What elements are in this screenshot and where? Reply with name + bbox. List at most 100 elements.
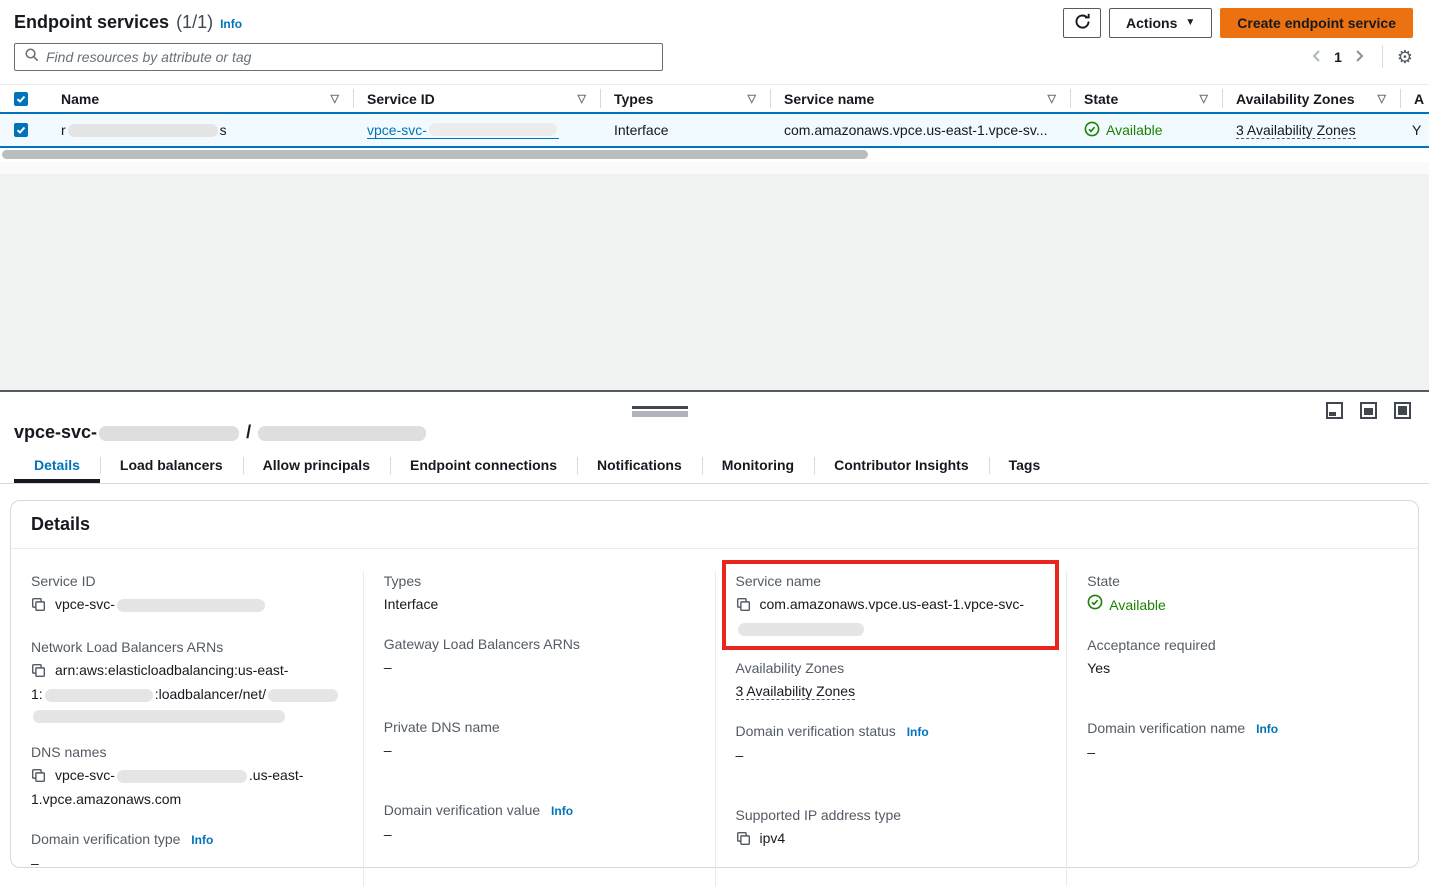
redacted-text (117, 599, 265, 612)
field-supported-ip-address-type: Supported IP address type ipv4 (736, 805, 1047, 852)
copy-icon[interactable] (31, 663, 46, 684)
next-page-button[interactable] (1352, 47, 1368, 68)
search-input[interactable] (46, 49, 653, 65)
field-availability-zones: Availability Zones 3 Availability Zones (736, 658, 1047, 702)
scrollbar-thumb[interactable] (2, 150, 868, 159)
redacted-text (429, 123, 557, 136)
column-header-acceptance[interactable]: A (1400, 85, 1429, 112)
panel-resize-handle[interactable] (632, 406, 688, 417)
horizontal-scrollbar (0, 148, 1429, 162)
details-column-1: Service ID vpce-svc- Network Load Balanc… (11, 571, 363, 886)
column-header-state[interactable]: State ▽ (1070, 85, 1222, 112)
select-all-cell (0, 85, 47, 112)
info-link[interactable]: Info (551, 804, 573, 818)
caret-down-icon: ▼ (1185, 17, 1195, 28)
table-header-row: Name ▽ Service ID ▽ Types ▽ Service name… (0, 84, 1429, 112)
tab-endpoint-connections[interactable]: Endpoint connections (390, 453, 577, 483)
availability-zones-link[interactable]: 3 Availability Zones (736, 683, 856, 700)
column-header-availability-zones[interactable]: Availability Zones ▽ (1222, 85, 1400, 112)
page-background (0, 174, 1429, 390)
details-card-body: Service ID vpce-svc- Network Load Balanc… (11, 549, 1418, 886)
title-group: Endpoint services (1/1) Info (14, 12, 242, 33)
cell-service-name: com.amazonaws.vpce.us-east-1.vpce-sv... (770, 114, 1070, 146)
cell-types: Interface (600, 114, 770, 146)
field-domain-verification-status: Domain verification status Info – (736, 721, 1047, 766)
row-checkbox[interactable] (14, 123, 28, 137)
page-info-link[interactable]: Info (220, 17, 242, 31)
redacted-text (45, 689, 153, 702)
cell-name: rs (47, 114, 353, 146)
details-card-heading: Details (11, 501, 1418, 549)
refresh-button[interactable] (1063, 8, 1101, 38)
sort-icon: ▽ (1200, 92, 1208, 105)
endpoint-services-page: Endpoint services (1/1) Info Actions ▼ C… (0, 0, 1429, 886)
detail-split-panel: vpce-svc- / Details Load balancers Allow… (0, 390, 1429, 886)
check-circle-icon (1087, 594, 1103, 616)
table-controls: 1 ⚙ (0, 40, 1429, 72)
endpoint-services-table: Name ▽ Service ID ▽ Types ▽ Service name… (0, 84, 1429, 162)
copy-icon[interactable] (736, 597, 751, 618)
pagination-separator (1382, 46, 1383, 68)
tab-notifications[interactable]: Notifications (577, 453, 702, 483)
panel-size-full-icon[interactable] (1394, 402, 1411, 419)
field-acceptance-required: Acceptance required Yes (1087, 635, 1398, 679)
details-card: Details Service ID vpce-svc- Network Loa… (10, 500, 1419, 868)
field-domain-verification-type: Domain verification type Info – (31, 829, 343, 874)
current-page-number[interactable]: 1 (1334, 49, 1342, 65)
split-panel-header (0, 392, 1429, 416)
availability-zones-link[interactable]: 3 Availability Zones (1236, 122, 1356, 139)
field-gateway-load-balancers-arns: Gateway Load Balancers ARNs – (384, 634, 695, 678)
panel-size-small-icon[interactable] (1326, 402, 1343, 419)
field-service-name: Service name com.amazonaws.vpce.us-east-… (736, 571, 1046, 636)
panel-tabs: Details Load balancers Allow principals … (0, 453, 1429, 484)
info-link[interactable]: Info (907, 725, 929, 739)
cell-acceptance: Y (1400, 114, 1429, 146)
redacted-text (68, 124, 218, 137)
chevron-left-icon (1310, 49, 1322, 66)
field-types: Types Interface (384, 571, 695, 615)
copy-icon[interactable] (736, 831, 751, 852)
tab-monitoring[interactable]: Monitoring (702, 453, 814, 483)
sort-icon: ▽ (1048, 92, 1056, 105)
info-link[interactable]: Info (1256, 722, 1278, 736)
preferences-gear-icon[interactable]: ⚙ (1397, 48, 1413, 66)
tab-load-balancers[interactable]: Load balancers (100, 453, 243, 483)
previous-page-button[interactable] (1308, 47, 1324, 68)
column-header-types[interactable]: Types ▽ (600, 85, 770, 112)
search-box[interactable] (14, 43, 663, 71)
page-title: Endpoint services (14, 12, 169, 33)
service-name-highlight-box: Service name com.amazonaws.vpce.us-east-… (722, 560, 1060, 650)
cell-availability-zones: 3 Availability Zones (1222, 114, 1400, 146)
table-row[interactable]: rs vpce-svc- Interface com.amazonaws.vpc… (0, 112, 1429, 148)
select-all-checkbox[interactable] (14, 92, 28, 106)
check-circle-icon (1084, 121, 1100, 140)
field-service-id: Service ID vpce-svc- (31, 571, 343, 618)
service-id-link[interactable]: vpce-svc- (367, 122, 559, 139)
tab-details[interactable]: Details (14, 453, 100, 483)
create-endpoint-service-button[interactable]: Create endpoint service (1220, 8, 1413, 38)
resource-counter: (1/1) (176, 12, 213, 33)
column-header-service-id[interactable]: Service ID ▽ (353, 85, 600, 112)
redacted-text (738, 623, 864, 636)
field-state: State Available (1087, 571, 1398, 616)
field-private-dns-name: Private DNS name – (384, 717, 695, 761)
cell-service-id: vpce-svc- (353, 114, 600, 146)
actions-button[interactable]: Actions ▼ (1109, 8, 1212, 38)
copy-icon[interactable] (31, 597, 46, 618)
field-domain-verification-name: Domain verification name Info – (1087, 718, 1398, 763)
redacted-text (268, 689, 338, 702)
sort-icon: ▽ (578, 92, 586, 105)
redacted-text (33, 710, 285, 723)
tab-tags[interactable]: Tags (989, 453, 1061, 483)
panel-size-half-icon[interactable] (1360, 402, 1377, 419)
info-link[interactable]: Info (191, 833, 213, 847)
tab-contributor-insights[interactable]: Contributor Insights (814, 453, 989, 483)
field-domain-verification-value: Domain verification value Info – (384, 800, 695, 845)
copy-icon[interactable] (31, 768, 46, 789)
details-column-2: Types Interface Gateway Load Balancers A… (363, 571, 715, 886)
redacted-text (99, 426, 239, 441)
column-header-name[interactable]: Name ▽ (47, 85, 353, 112)
column-header-service-name[interactable]: Service name ▽ (770, 85, 1070, 112)
tab-allow-principals[interactable]: Allow principals (243, 453, 390, 483)
details-column-4: State Available Acceptance required (1066, 571, 1418, 886)
